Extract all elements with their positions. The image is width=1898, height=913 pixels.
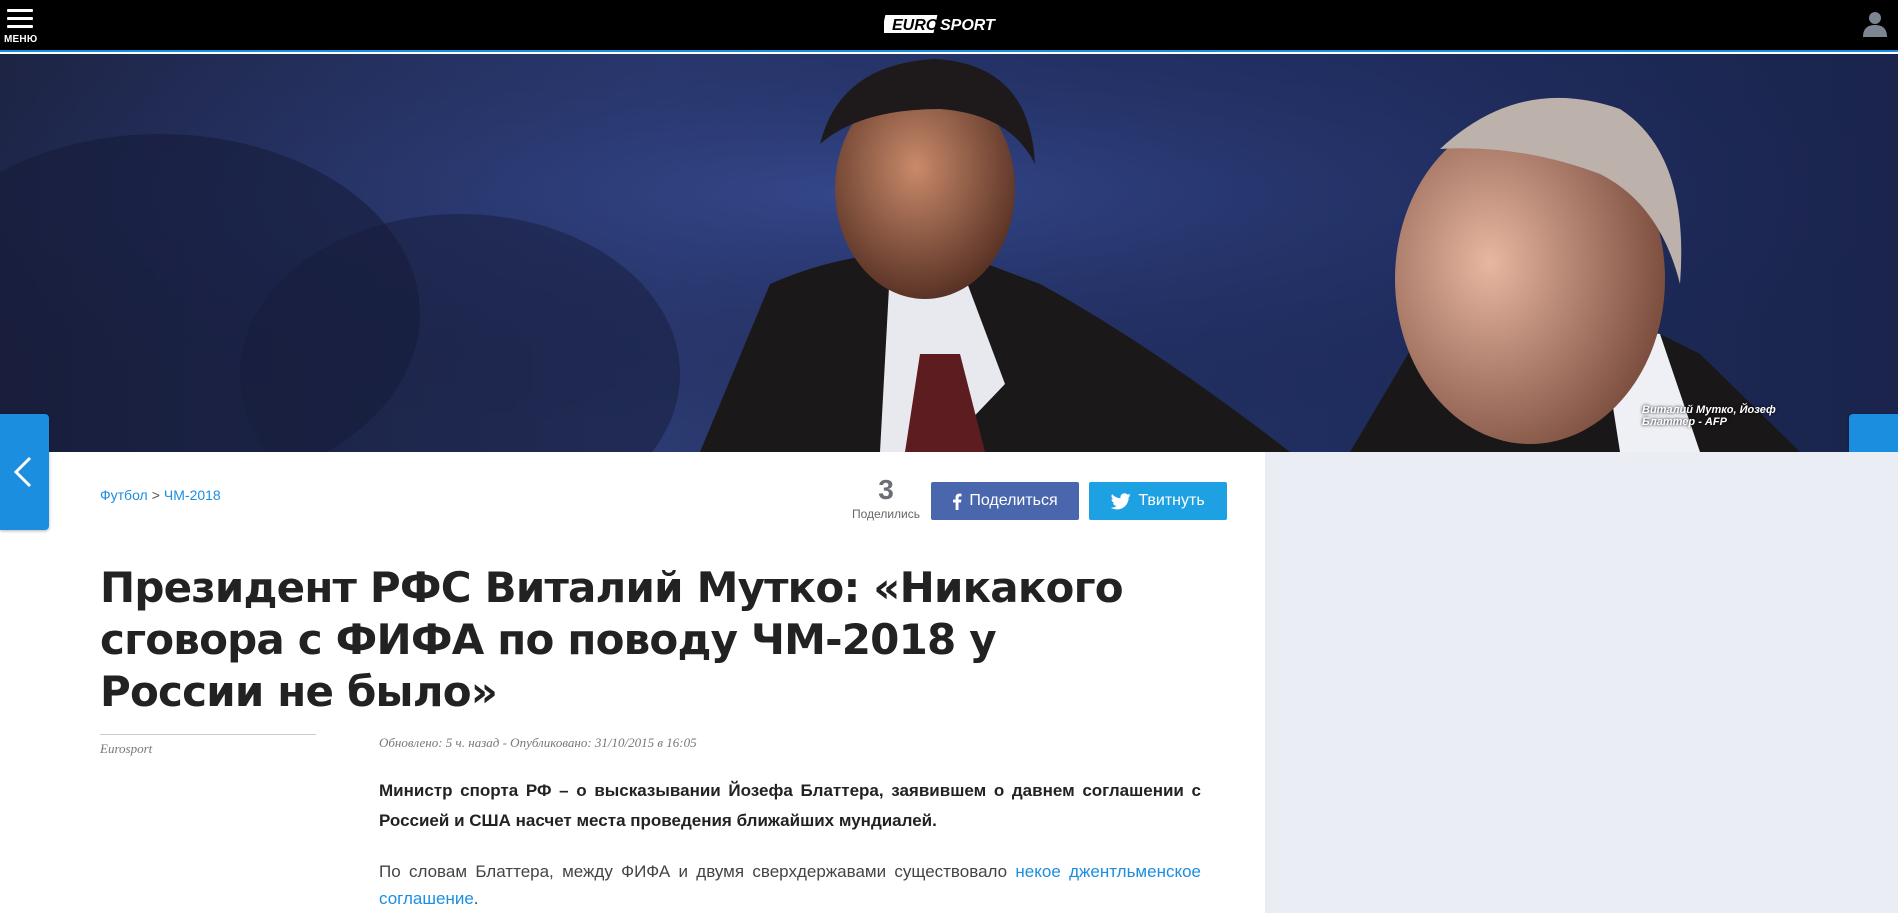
breadcrumb: Футбол > ЧМ-2018 [100, 487, 221, 503]
article-paragraph: По словам Блаттера, между ФИФА и двумя с… [379, 858, 1201, 912]
breadcrumb-separator: > [151, 487, 160, 503]
facebook-icon [953, 493, 962, 510]
share-count-number: 3 [878, 474, 894, 505]
image-caption: Виталий Мутко, Йозеф Блаттер - AFP [1642, 404, 1776, 428]
sidebar-panel [1265, 452, 1898, 913]
chevron-left-icon [13, 456, 32, 488]
paragraph-text: По словам Блаттера, между ФИФА и двумя с… [379, 862, 1016, 881]
paragraph-end: . [473, 889, 479, 908]
facebook-share-button[interactable]: Поделиться [931, 482, 1079, 520]
twitter-icon [1111, 492, 1131, 509]
menu-icon [7, 9, 33, 31]
article-headline: Президент РФС Виталий Мутко: «Никакого с… [100, 563, 1124, 716]
article-dates: Обновлено: 5 ч. назад - Опубликовано: 31… [379, 735, 697, 750]
svg-text:SPORT: SPORT [940, 17, 996, 34]
share-count-label: Поделились [852, 507, 920, 521]
menu-button[interactable]: МЕНЮ [4, 6, 42, 46]
previous-article-button[interactable] [0, 414, 49, 530]
breadcrumb-football-link[interactable]: Футбол [100, 487, 148, 503]
hero-photo [0, 54, 1898, 452]
hero-image: Виталий Мутко, Йозеф Блаттер - AFP [0, 54, 1898, 452]
facebook-share-label: Поделиться [969, 492, 1058, 509]
twitter-share-button[interactable]: Твитнуть [1089, 482, 1227, 520]
article-lead: Министр спорта РФ – о высказывании Йозеф… [379, 781, 1201, 830]
article-author: Eurosport [100, 741, 153, 756]
user-icon[interactable] [1862, 10, 1888, 38]
twitter-share-label: Твитнуть [1138, 492, 1205, 509]
svg-text:EURO: EURO [892, 17, 939, 34]
breadcrumb-wc2018-link[interactable]: ЧМ-2018 [164, 487, 221, 503]
top-navigation-bar: МЕНЮ EURO SPORT [0, 0, 1898, 52]
share-counter: 3 Поделились [848, 474, 924, 522]
menu-label: МЕНЮ [4, 34, 38, 45]
eurosport-logo[interactable]: EURO SPORT [884, 12, 1004, 36]
author-divider [100, 734, 316, 735]
